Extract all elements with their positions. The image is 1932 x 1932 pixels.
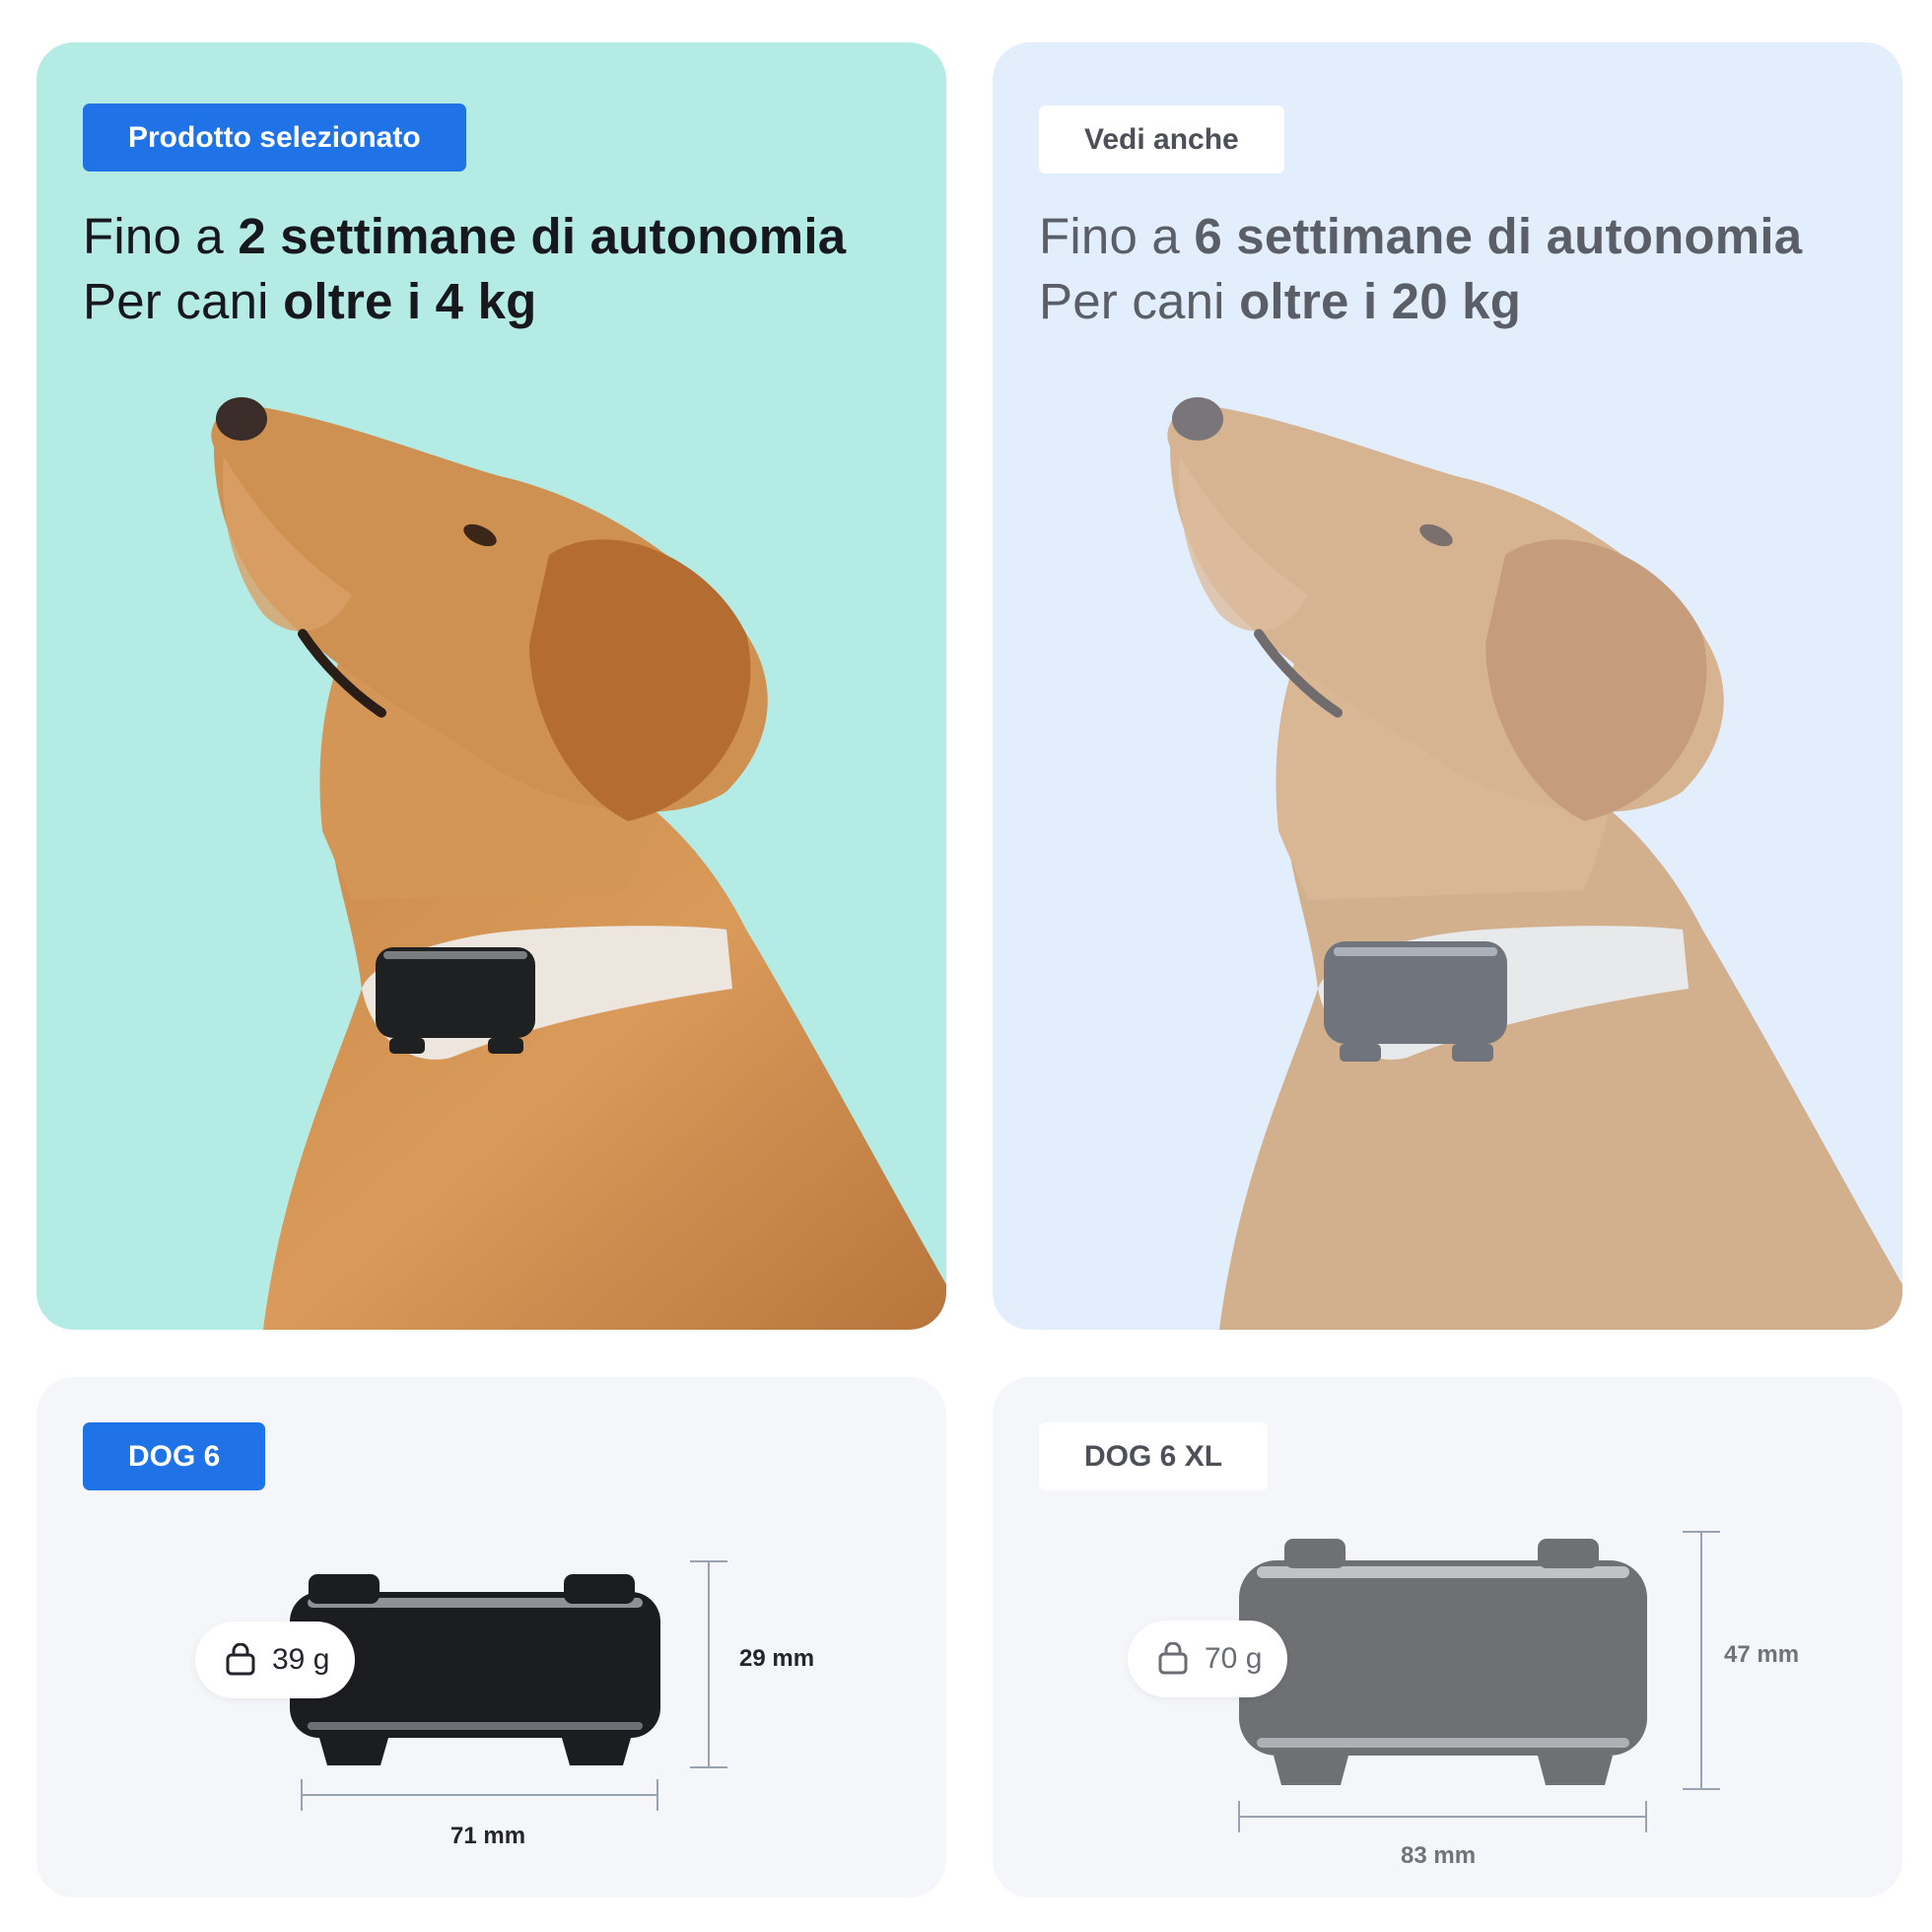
related-product-badge: Vedi anche [1039, 105, 1284, 173]
weight-value: 39 g [272, 1643, 330, 1676]
battery-prefix: Fino a [1039, 208, 1195, 264]
selected-product-card[interactable]: Prodotto selezionato Fino a 2 settimane … [36, 42, 946, 1330]
dog-size-prefix: Per cani [1039, 273, 1240, 329]
dog6xl-spec-card[interactable]: DOG 6 XL 70 g 47 mm 83 mm [993, 1377, 1902, 1898]
weight-pill: 70 g [1128, 1621, 1288, 1697]
shopping-bag-icon [226, 1643, 255, 1676]
selected-product-headline: Fino a 2 settimane di autonomia Per cani… [83, 204, 846, 334]
height-label: 29 mm [739, 1645, 815, 1672]
width-label: 71 mm [450, 1823, 526, 1849]
width-label: 83 mm [1401, 1842, 1477, 1869]
dog6-spec-card[interactable]: DOG 6 39 g 29 mm 71 mm [36, 1377, 946, 1898]
weight-pill: 39 g [195, 1622, 356, 1698]
weight-value: 70 g [1205, 1642, 1263, 1675]
battery-life: 2 settimane di autonomia [238, 208, 847, 264]
dog-size: oltre i 20 kg [1239, 273, 1522, 329]
battery-life: 6 settimane di autonomia [1194, 208, 1803, 264]
related-product-card[interactable]: Vedi anche Fino a 6 settimane di autonom… [993, 42, 1902, 1330]
tracker-device-image [1238, 1531, 1720, 1832]
tracker-device-image [290, 1560, 727, 1811]
dog-size-prefix: Per cani [83, 273, 284, 329]
height-label: 47 mm [1724, 1641, 1800, 1668]
battery-prefix: Fino a [83, 208, 239, 264]
dog-size: oltre i 4 kg [283, 273, 537, 329]
related-product-headline: Fino a 6 settimane di autonomia Per cani… [1039, 204, 1802, 334]
selected-product-badge: Prodotto selezionato [83, 104, 466, 172]
shopping-bag-icon [1158, 1642, 1188, 1675]
